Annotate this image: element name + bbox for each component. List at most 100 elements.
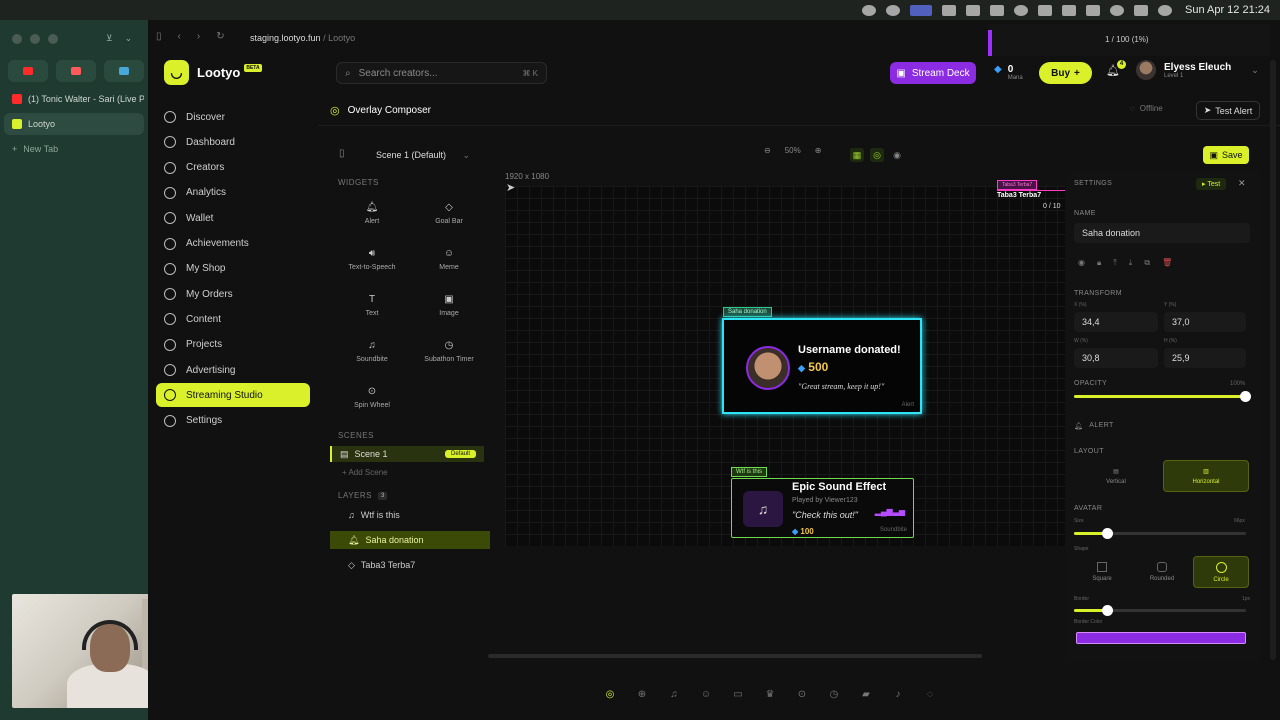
screen-share-icon[interactable]: [909, 4, 932, 16]
tv-icon[interactable]: ▭: [728, 684, 748, 704]
sidebar-item-creators[interactable]: Creators: [156, 156, 310, 180]
border-slider[interactable]: [1074, 605, 1246, 616]
zoom-in-icon[interactable]: ⊕: [815, 146, 822, 155]
sidebar-item-my-shop[interactable]: My Shop: [156, 257, 310, 281]
layout-vertical-option[interactable]: ▤ Vertical: [1086, 460, 1146, 492]
browser-tab-active[interactable]: Lootyo: [4, 113, 144, 135]
opacity-slider-knob[interactable]: [1240, 391, 1251, 402]
layer-item[interactable]: ♫ Wtf is this: [330, 506, 490, 524]
widget-text[interactable]: T Text: [336, 285, 408, 325]
wifi-icon[interactable]: [1085, 4, 1100, 16]
sidebar-item-discover[interactable]: Discover: [156, 105, 310, 129]
play-icon[interactable]: [1013, 4, 1028, 16]
bell-icon[interactable]: ♪: [888, 684, 908, 704]
buy-button[interactable]: Buy +: [1039, 62, 1092, 84]
layout-horizontal-option[interactable]: ▥ Horizontal: [1163, 460, 1249, 492]
music-icon[interactable]: ♫: [664, 684, 684, 704]
search-input[interactable]: ⌕ Search creators... ⌘ K: [336, 62, 547, 84]
avatar-size-slider[interactable]: [1074, 528, 1246, 539]
sidebar-toggle-icon[interactable]: ▯: [156, 31, 162, 42]
widget-subathon-timer[interactable]: ◷ Subathon Timer: [413, 331, 485, 371]
bring-front-icon[interactable]: ⤒: [1113, 258, 1117, 268]
zoom-out-icon[interactable]: ⊖: [764, 146, 771, 155]
shape-rounded-option[interactable]: Rounded: [1142, 556, 1182, 588]
add-scene-button[interactable]: + Add Scene: [342, 468, 490, 477]
reload-icon[interactable]: ↻: [216, 31, 224, 42]
menubar-clock[interactable]: Sun Apr 12 21:24: [1185, 4, 1270, 16]
smile-icon[interactable]: ☺: [696, 684, 716, 704]
timer-icon[interactable]: ◷: [824, 684, 844, 704]
download-icon[interactable]: ⊻: [106, 33, 113, 44]
duplicate-icon[interactable]: ⧉: [1144, 258, 1150, 268]
widget-soundbite[interactable]: ♫ Soundbite: [336, 331, 408, 371]
app-logo[interactable]: ◡ Lootyo BETA: [164, 60, 262, 85]
widget-meme[interactable]: ☺ Meme: [413, 239, 485, 279]
folder-icon[interactable]: ▰: [856, 684, 876, 704]
mana-balance[interactable]: ◆ 0 Mana: [994, 64, 1023, 81]
sidebar-item-wallet[interactable]: Wallet: [156, 206, 310, 230]
back-icon[interactable]: ‹: [178, 31, 181, 42]
sidebar-item-streaming-studio[interactable]: Streaming Studio: [156, 383, 310, 408]
layer-item[interactable]: 🔔︎ Saha donation: [330, 531, 490, 549]
zoom-window-button[interactable]: [48, 34, 58, 44]
scene-item[interactable]: ▤ Scene 1 Default: [330, 446, 484, 462]
pinned-tab-2[interactable]: [56, 60, 96, 82]
soundbite-widget[interactable]: ♫ Epic Sound Effect Played by Viewer123 …: [731, 478, 914, 538]
new-tab-button[interactable]: + New Tab: [4, 138, 144, 160]
eye-icon[interactable]: ◉: [890, 148, 904, 162]
forward-icon[interactable]: ›: [197, 31, 200, 42]
search-icon[interactable]: [1109, 4, 1124, 16]
panel-toggle-icon[interactable]: ▯: [339, 148, 345, 159]
user-menu[interactable]: Elyess Eleuch Level 1 ⌄: [1136, 60, 1259, 80]
widget-goal-bar[interactable]: ◇ Goal Bar: [413, 193, 485, 233]
snap-icon[interactable]: ◎: [870, 148, 884, 162]
dictionary-icon[interactable]: [1061, 4, 1076, 16]
sidebar-item-content[interactable]: Content: [156, 307, 310, 331]
save-button[interactable]: ▣ Save: [1203, 146, 1249, 164]
canvas-scrollbar[interactable]: [488, 654, 982, 658]
sidebar-item-my-orders[interactable]: My Orders: [156, 282, 310, 306]
page-scrollbar[interactable]: [1270, 60, 1276, 660]
sidebar-item-analytics[interactable]: Analytics: [156, 181, 310, 205]
size-slider-knob[interactable]: [1102, 528, 1113, 539]
target-icon[interactable]: ⊙: [792, 684, 812, 704]
palette-icon[interactable]: ◎: [600, 684, 620, 704]
sidebar-item-achievements[interactable]: Achievements: [156, 232, 310, 256]
app-icon[interactable]: [941, 4, 956, 16]
layer-item[interactable]: ◇ Taba3 Terba7: [330, 556, 490, 574]
loader-icon[interactable]: ◌: [920, 684, 940, 704]
close-window-button[interactable]: [12, 34, 22, 44]
lock-icon[interactable]: 🔒︎: [1097, 258, 1101, 268]
pinned-tab-youtube[interactable]: [8, 60, 48, 82]
browser-tab[interactable]: (1) Tonic Walter - Sari (Live P: [4, 88, 144, 110]
close-icon[interactable]: ✕: [1238, 178, 1246, 189]
border-color-swatch[interactable]: [1076, 632, 1246, 644]
widget-text-to-speech[interactable]: 🔊︎ Text-to-Speech: [336, 239, 408, 279]
globe-icon[interactable]: ⊕: [632, 684, 652, 704]
trophy-icon[interactable]: ♛: [760, 684, 780, 704]
scene-select[interactable]: Scene 1 (Default) ⌄: [370, 146, 470, 164]
shape-square-option[interactable]: Square: [1082, 556, 1122, 588]
siri-icon[interactable]: [1157, 4, 1172, 16]
send-back-icon[interactable]: ⤓: [1129, 258, 1133, 268]
trash-icon[interactable]: 🗑︎: [1162, 258, 1172, 268]
record-icon[interactable]: [861, 4, 876, 16]
settings-test-button[interactable]: ▸ Test: [1196, 178, 1227, 190]
eye-icon[interactable]: ◉: [1078, 258, 1085, 268]
minimize-window-button[interactable]: [30, 34, 40, 44]
status-icon[interactable]: [885, 4, 900, 16]
battery-icon[interactable]: [1037, 4, 1052, 16]
grid-icon[interactable]: ▦: [850, 148, 864, 162]
alert-widget[interactable]: Username donated! ◆ 500 "Great stream, k…: [722, 318, 922, 414]
sidebar-item-advertising[interactable]: Advertising: [156, 358, 310, 382]
border-slider-knob[interactable]: [1102, 605, 1113, 616]
w-input[interactable]: 30,8: [1074, 348, 1158, 368]
chevron-down-icon[interactable]: ⌄: [125, 33, 133, 44]
url-bar[interactable]: staging.lootyo.fun / Lootyo: [250, 33, 355, 43]
sidebar-item-settings[interactable]: Settings: [156, 409, 310, 433]
widget-image[interactable]: ▣ Image: [413, 285, 485, 325]
weather-icon[interactable]: [965, 4, 980, 16]
control-center-icon[interactable]: [1133, 4, 1148, 16]
sidebar-item-dashboard[interactable]: Dashboard: [156, 130, 310, 154]
opacity-slider[interactable]: [1074, 391, 1251, 402]
